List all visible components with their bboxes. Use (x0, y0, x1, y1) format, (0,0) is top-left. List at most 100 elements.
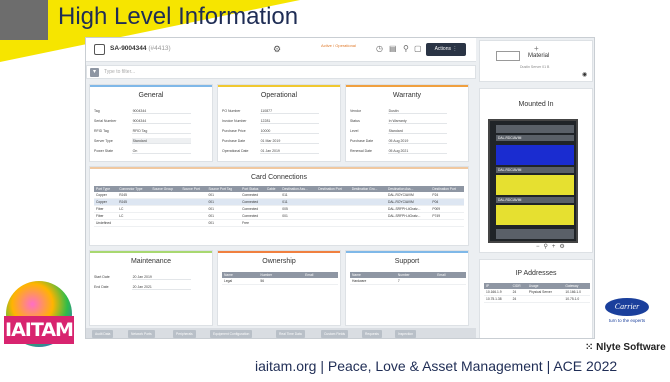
field-value[interactable]: 20 Jan 2021 (131, 284, 191, 290)
plus-icon[interactable]: + (534, 44, 539, 53)
table-cell (303, 278, 338, 285)
table-cell (264, 205, 281, 213)
field-value[interactable]: 05 Aug 2021 (387, 148, 447, 154)
rack-toolbar-icons[interactable]: −⚲+⚙ (536, 243, 569, 250)
field-row: Purchase Price 10000 (222, 128, 336, 135)
general-card: General Tag 9004344 Serial Number 9004344 … (89, 84, 213, 162)
table-row[interactable]: Fiber LC 001 Connected 001 DAL-SRFPH-4Gratz..… (94, 212, 464, 220)
field-value[interactable]: Standard (131, 138, 191, 144)
field-value[interactable]: Standard (387, 128, 447, 134)
rack-unit-label: DAL-RDCIAVIM (496, 197, 574, 203)
gear-icon[interactable]: ⚙ (273, 44, 281, 55)
field-value[interactable]: 20 Jan 2019 (131, 274, 191, 280)
table-cell: 001 (206, 205, 241, 213)
table-cell (150, 219, 181, 227)
field-label: End Date (94, 285, 109, 289)
table-cell: Undefined (94, 219, 118, 227)
ip-addresses-title: IP Addresses (515, 270, 557, 277)
table-cell: DAL-ROYCIAVIM (385, 198, 431, 206)
tab-equipment-configuration[interactable]: Equipment Configuration (210, 330, 253, 338)
tab-inspection[interactable]: Inspection (395, 330, 417, 338)
table-cell (435, 278, 466, 285)
material-panel: + Material Dustin Server 01 B ◉ (479, 40, 593, 82)
field-label: Server Type (94, 139, 113, 143)
ownership-card: Ownership Name Number Email Legal 56 (217, 250, 341, 326)
table-cell (264, 212, 281, 220)
field-label: Purchase Price (222, 129, 246, 133)
maintenance-card: Maintenance Start Date 20 Jan 2019 End Da… (89, 250, 213, 326)
field-value[interactable]: 05 Aug 2019 (387, 138, 447, 144)
field-row: Start Date 20 Jan 2019 (94, 274, 208, 281)
field-value[interactable]: On (131, 148, 191, 154)
field-row: Purchase Date 01 Mar 2019 (222, 138, 336, 145)
table-cell (526, 295, 564, 303)
table-cell: P009 (430, 205, 464, 213)
filter-toggle-icon[interactable]: ▾ (90, 68, 99, 77)
rack-unit-switch[interactable] (496, 205, 574, 225)
tab-real-time-data[interactable]: Real Time Data (276, 330, 305, 338)
asset-icon (94, 44, 105, 55)
field-value[interactable]: 9004344 (131, 118, 191, 124)
field-value[interactable]: 9004344 (131, 108, 191, 114)
table-row[interactable]: 10.75.1.38 24 10.75.1.0 (484, 295, 590, 303)
mounted-in-panel: Mounted In DAL-RDCIAVIM DAL-RDCIAVIM DAL… (479, 88, 593, 253)
field-label: Operational Date (222, 149, 249, 153)
tab-custom-fields[interactable]: Custom Fields (321, 330, 349, 338)
table-row[interactable]: Undefined 001 Free (94, 219, 464, 227)
field-label: Serial Number (94, 119, 117, 123)
field-row: Serial Number 9004344 (94, 118, 208, 125)
pin-icon[interactable]: ⚲ (403, 44, 409, 53)
table-cell: 001 (206, 212, 241, 220)
field-label: PO Number (222, 109, 241, 113)
ownership-table: Name Number Email Legal 56 (222, 272, 338, 285)
table-cell: Connected (240, 198, 265, 206)
table-row[interactable]: Hardware 7 (350, 278, 466, 285)
table-cell (316, 198, 350, 206)
iaitam-logo-text: IAITAM (4, 316, 74, 344)
field-value[interactable]: 10000 (259, 128, 319, 134)
page-icon[interactable]: ▢ (414, 44, 422, 53)
tab-peripherals[interactable]: Peripherals (173, 330, 196, 338)
filter-input[interactable]: Type to filter... (104, 69, 135, 75)
actions-button[interactable]: Actions ⋮ (426, 43, 466, 56)
field-value[interactable]: 110877 (259, 108, 319, 114)
field-label: RFID Tag (94, 129, 109, 133)
field-row: Level Standard (350, 128, 464, 135)
table-cell: Legal (222, 278, 259, 285)
table-cell (150, 198, 181, 206)
field-value[interactable]: 01 Jan 2019 (259, 148, 319, 154)
rack-unit-selected[interactable] (496, 145, 574, 165)
field-row: End Date 20 Jan 2021 (94, 284, 208, 291)
table-cell (280, 219, 317, 227)
table-cell (264, 219, 281, 227)
field-value[interactable]: 12281 (259, 118, 319, 124)
table-cell: Hardware (350, 278, 396, 285)
field-value[interactable]: In Warranty (387, 118, 447, 124)
server-icon[interactable]: ▤ (389, 44, 397, 53)
field-label: Invoice Number (222, 119, 247, 123)
table-cell: P04 (430, 198, 464, 206)
rack-unit-switch[interactable] (496, 175, 574, 195)
operational-card: Operational PO Number 110877 Invoice Numb… (217, 84, 341, 162)
field-value[interactable]: Dustin (387, 108, 447, 114)
table-cell: 7 (395, 278, 436, 285)
warranty-card: Warranty Vendor Dustin Status In Warranty … (345, 84, 469, 162)
table-row[interactable]: Fiber LC 001 Connected 005 DAL-SRFPH-4Gratz..… (94, 205, 464, 213)
tab-audit-data[interactable]: Audit Data (92, 330, 114, 338)
eye-icon[interactable]: ◉ (582, 71, 587, 78)
table-row[interactable]: Legal 56 (222, 278, 338, 285)
tab-network-ports[interactable]: Network Ports (128, 330, 155, 338)
table-cell: 005 (280, 205, 317, 213)
table-row[interactable]: Copper RJ45 001 Connected 011 DAL-ROYCIAVIM P0… (94, 198, 464, 206)
card-connections-card: Card Connections Port Type Connector Typ… (89, 166, 469, 246)
field-value[interactable]: RFID Tag (131, 128, 191, 134)
field-value[interactable]: 01 Mar 2019 (259, 138, 319, 144)
asset-app-window: SA-9004344 (#4413) ⚙ Active / Operationa… (85, 37, 595, 339)
field-row: Operational Date 01 Jan 2019 (222, 148, 336, 155)
table-cell (180, 198, 207, 206)
clock-icon[interactable]: ◷ (376, 44, 383, 53)
tab-requests[interactable]: Requests (362, 330, 382, 338)
table-cell (316, 219, 350, 227)
table-cell (150, 212, 181, 220)
field-label: Level (350, 129, 359, 133)
